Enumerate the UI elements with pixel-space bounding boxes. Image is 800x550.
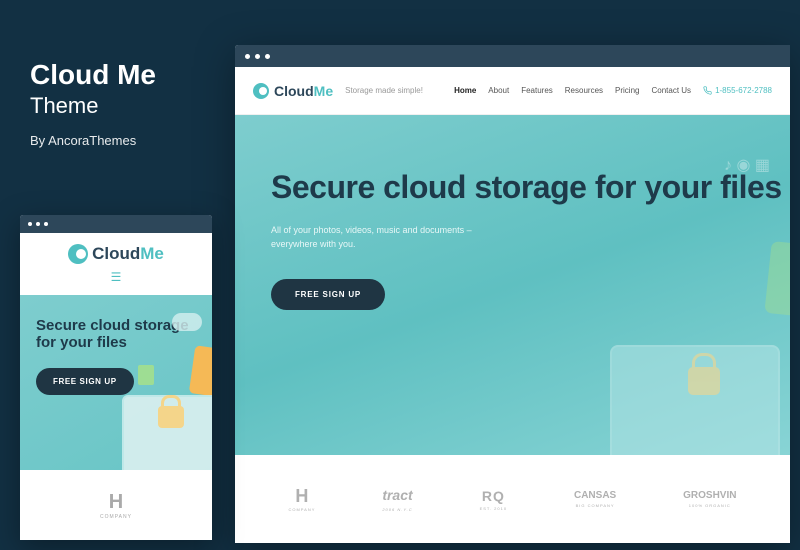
brand-logo: CANSASBIG COMPANY (574, 490, 616, 508)
main-nav: Home About Features Resources Pricing Co… (454, 86, 691, 95)
nav-home[interactable]: Home (454, 86, 476, 95)
phone-illustration-icon (189, 345, 212, 396)
nav-resources[interactable]: Resources (565, 86, 603, 95)
cloud-logo-icon (68, 244, 88, 264)
phone-illustration-icon (764, 241, 790, 317)
hero-decorative-icons: ♪ ◉ ▦ (724, 155, 770, 175)
window-titlebar (235, 45, 790, 67)
nav-pricing[interactable]: Pricing (615, 86, 639, 95)
promo-subtitle: Theme (30, 93, 156, 119)
mobile-hero-section: Secure cloud storage for your files FREE… (20, 295, 212, 470)
nav-contact[interactable]: Contact Us (651, 86, 691, 95)
mobile-preview: CloudMe ☰ Secure cloud storage for your … (20, 215, 212, 540)
brand-logo: RQEST. 2010 (480, 488, 507, 511)
brand-logo: HCOMPANY (100, 491, 132, 520)
promo-title-block: Cloud Me Theme By AncoraThemes (30, 60, 156, 148)
signup-button[interactable]: FREE SIGN UP (36, 368, 134, 395)
promo-author: By AncoraThemes (30, 133, 156, 148)
phone-number: 1-855-672-2788 (715, 86, 772, 95)
mobile-brand-row: HCOMPANY (20, 470, 212, 540)
hero-title: Secure cloud storage for your files (271, 170, 790, 205)
logo-text-1: Cloud (92, 244, 140, 263)
logo-text-2: Me (314, 83, 333, 99)
tagline: Storage made simple! (345, 86, 423, 95)
logo[interactable]: CloudMe (253, 83, 333, 99)
nav-features[interactable]: Features (521, 86, 553, 95)
nav-about[interactable]: About (488, 86, 509, 95)
brand-logo: HCOMPANY (288, 486, 315, 512)
document-illustration-icon (138, 365, 154, 385)
brand-logo: tract2006 N.Y.C (382, 487, 412, 512)
cloud-logo-icon (253, 83, 269, 99)
brand-logo: GROSHVIN100% ORGANIC (683, 490, 736, 508)
signup-button[interactable]: FREE SIGN UP (271, 279, 385, 310)
window-titlebar (20, 215, 212, 233)
lock-illustration-icon (688, 367, 720, 395)
window-dot (255, 54, 260, 59)
lock-illustration-icon (158, 406, 184, 428)
phone-icon (703, 86, 712, 95)
window-dot (245, 54, 250, 59)
brand-row: HCOMPANY tract2006 N.Y.C RQEST. 2010 CAN… (235, 455, 790, 543)
mobile-site-header: CloudMe ☰ (20, 233, 212, 295)
logo[interactable]: CloudMe (68, 244, 164, 264)
site-header: CloudMe Storage made simple! Home About … (235, 67, 790, 115)
promo-title: Cloud Me (30, 60, 156, 91)
hamburger-icon[interactable]: ☰ (111, 270, 122, 284)
cloud-illustration-icon (172, 313, 202, 331)
hero-subtitle: All of your photos, videos, music and do… (271, 223, 790, 252)
window-dot (36, 222, 40, 226)
logo-text-2: Me (140, 244, 164, 263)
header-phone[interactable]: 1-855-672-2788 (703, 86, 772, 95)
logo-text-1: Cloud (274, 83, 314, 99)
desktop-preview: CloudMe Storage made simple! Home About … (235, 45, 790, 543)
window-dot (265, 54, 270, 59)
hero-section: ♪ ◉ ▦ Secure cloud storage for your file… (235, 115, 790, 455)
window-dot (44, 222, 48, 226)
window-dot (28, 222, 32, 226)
